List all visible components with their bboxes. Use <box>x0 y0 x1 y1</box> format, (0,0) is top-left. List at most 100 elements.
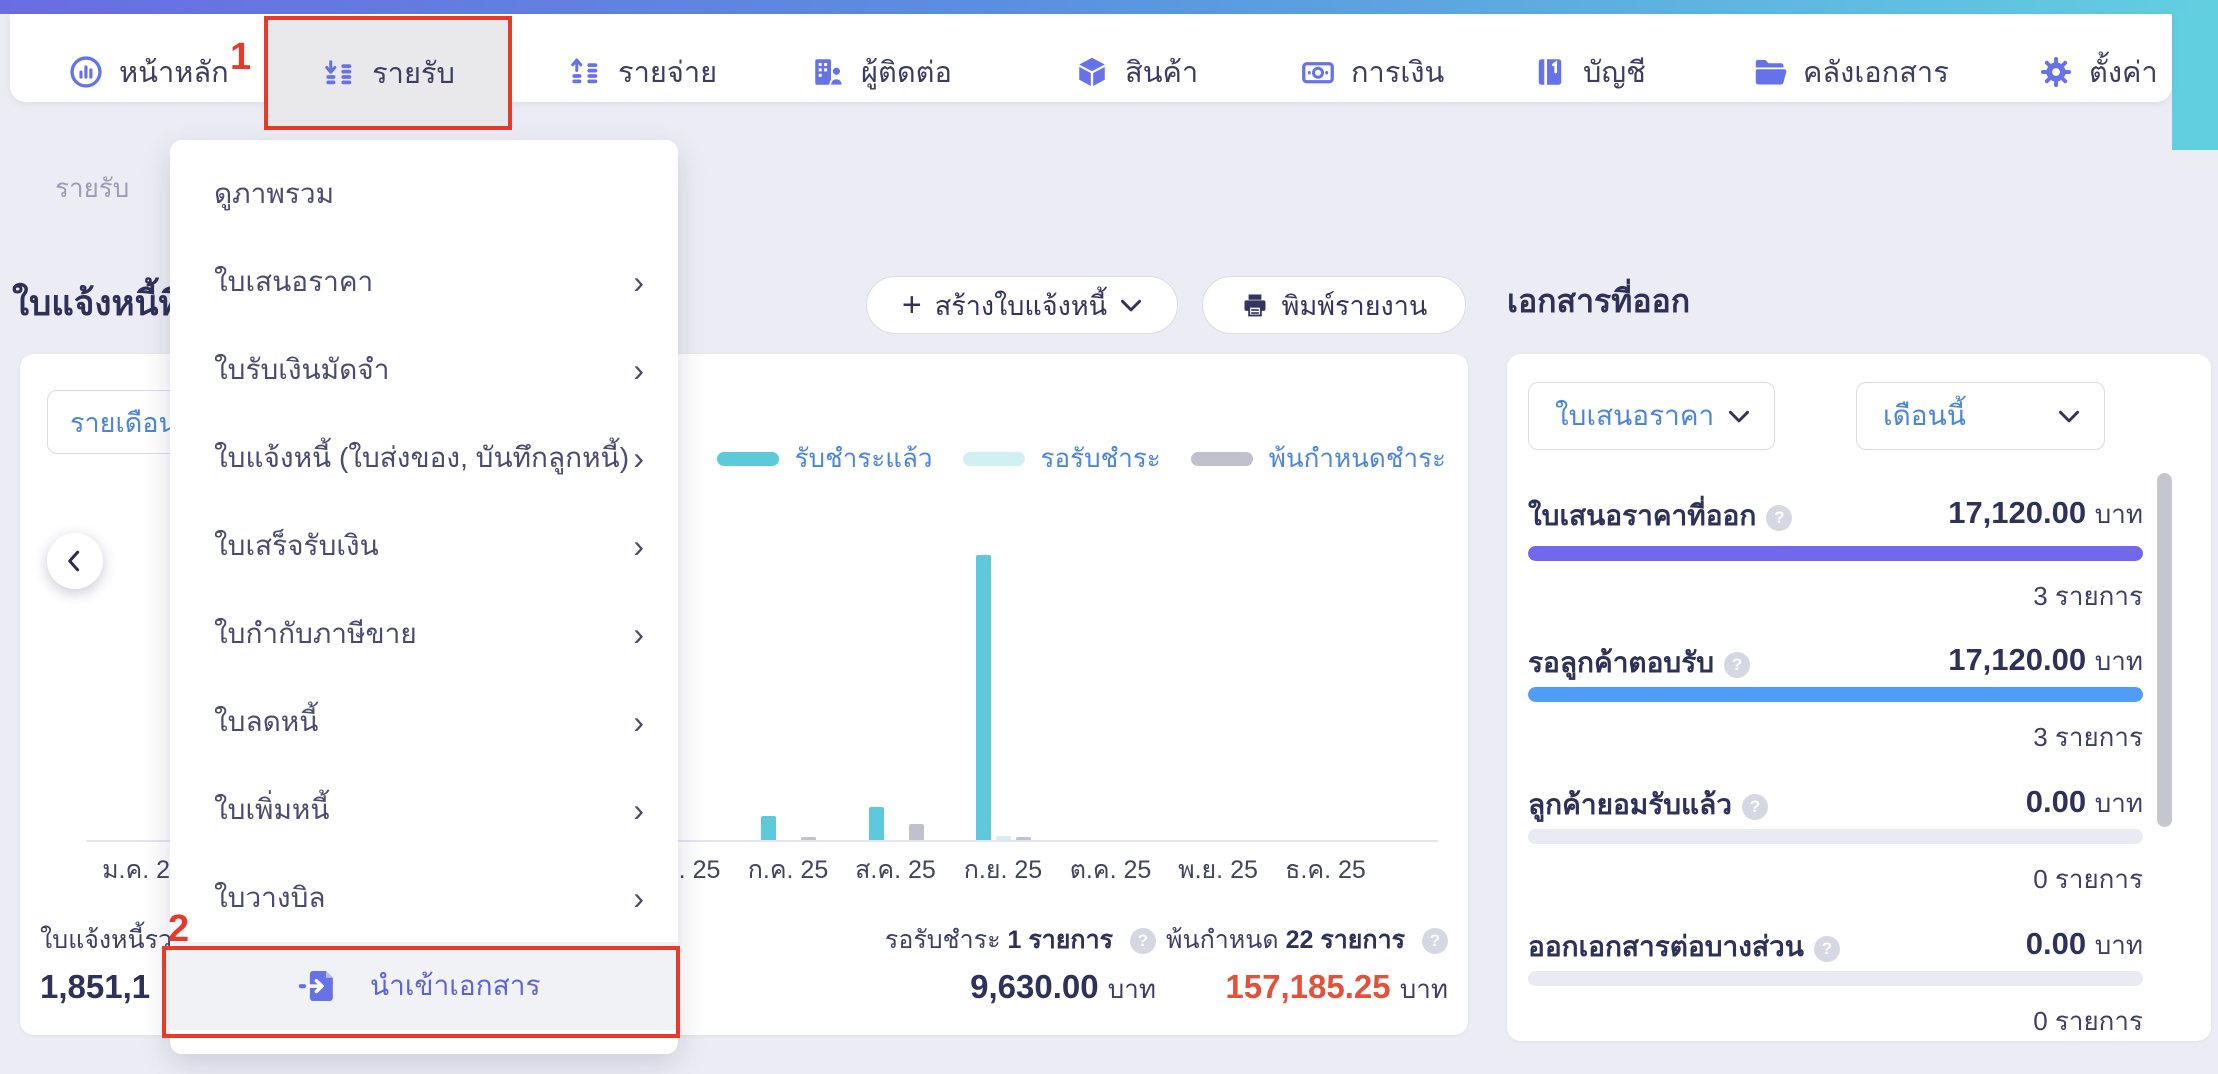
print-report-label: พิมพ์รายงาน <box>1282 284 1428 327</box>
nav-label-contacts: ผู้ติดต่อ <box>861 49 952 95</box>
help-icon[interactable]: ? <box>1814 936 1840 962</box>
app-root: หน้าหลัก รายจ่าย ผู้ติดต่อ สินค้า การเงิ <box>0 0 2218 1074</box>
create-invoice-button[interactable]: + สร้างใบแจ้งหนี้ <box>866 276 1178 334</box>
menu-item-debit-note[interactable]: ใบเพิ่มหนี้› <box>170 766 678 854</box>
help-icon[interactable]: ? <box>1766 505 1792 531</box>
doc-row-label: ใบเสนอราคาที่ออก? <box>1528 494 1792 538</box>
nav-label-settings: ตั้งค่า <box>2089 49 2158 95</box>
stat-pending-label: รอรับชำระ <box>885 926 1001 954</box>
plus-icon: + <box>902 288 922 322</box>
dashboard-chart-icon <box>68 54 104 90</box>
stat-overdue-count: 22 รายการ <box>1286 926 1405 954</box>
stat-overdue-value: 157,185.25 <box>1225 968 1390 1005</box>
nav-item-expense[interactable]: รายจ่าย <box>567 44 717 100</box>
menu-item-overview[interactable]: ดูภาพรวม <box>170 150 678 238</box>
stat-overdue-label: พ้นกำหนด <box>1166 926 1279 954</box>
settings-icon <box>2038 54 2074 90</box>
vertical-scrollbar[interactable] <box>2157 473 2172 827</box>
help-icon[interactable]: ? <box>1742 794 1768 820</box>
top-right-teal-panel <box>2172 0 2218 150</box>
menu-item-billing-note[interactable]: ใบวางบิล› <box>170 854 678 942</box>
doc-row-count: 3 รายการ <box>2033 717 2143 758</box>
nav-item-settings[interactable]: ตั้งค่า <box>2038 44 2158 100</box>
document-type-select[interactable]: ใบเสนอราคา <box>1528 382 1775 450</box>
chevron-down-icon <box>1728 408 1750 424</box>
nav-item-revenue-active[interactable]: รายรับ <box>264 16 512 130</box>
menu-item-quotation[interactable]: ใบเสนอราคา› <box>170 238 678 326</box>
doc-row-label: รอลูกค้าตอบรับ? <box>1528 641 1750 685</box>
chart-prev-button[interactable] <box>47 533 103 589</box>
x-axis-label: ก.ค. 25 <box>733 850 843 890</box>
chevron-right-icon: › <box>633 704 644 741</box>
help-icon[interactable]: ? <box>1130 928 1156 954</box>
nav-item-accounting[interactable]: บัญชี <box>1532 44 1646 100</box>
nav-item-home[interactable]: หน้าหลัก <box>68 44 229 100</box>
nav-item-products[interactable]: สินค้า <box>1074 44 1198 100</box>
top-gradient-bar <box>0 0 2218 14</box>
doc-row-progress <box>1528 687 2143 702</box>
doc-row-value: 17,120.00 บาท <box>1948 494 2143 535</box>
doc-row-label: ลูกค้ายอมรับแล้ว? <box>1528 783 1768 827</box>
x-axis-label: ก.ย. 25 <box>948 850 1058 890</box>
nav-label-revenue: รายรับ <box>372 50 455 96</box>
breadcrumb[interactable]: รายรับ <box>55 168 129 209</box>
chevron-right-icon: › <box>633 528 644 565</box>
x-axis-label: ต.ค. 25 <box>1056 850 1166 890</box>
stat-overdue-unit: บาท <box>1400 974 1448 1004</box>
bar-paid-month-8 <box>976 555 991 840</box>
doc-row-count: 0 รายการ <box>2033 1001 2143 1042</box>
document-period-select[interactable]: เดือนนี้ <box>1856 382 2105 450</box>
nav-item-documents[interactable]: คลังเอกสาร <box>1752 44 1949 100</box>
nav-label-expense: รายจ่าย <box>618 49 717 95</box>
bar-overdue-month-7 <box>909 824 924 840</box>
doc-row-progress <box>1528 546 2143 561</box>
chevron-right-icon: › <box>633 352 644 389</box>
bar-pending-month-8 <box>996 836 1011 840</box>
doc-row-progress <box>1528 971 2143 986</box>
help-icon[interactable]: ? <box>1724 652 1750 678</box>
print-report-button[interactable]: พิมพ์รายงาน <box>1202 276 1466 334</box>
printer-icon <box>1241 291 1269 319</box>
doc-row-progress-fill <box>1528 546 2143 561</box>
finance-icon <box>1300 54 1336 90</box>
nav-label-home: หน้าหลัก <box>119 49 229 95</box>
bar-paid-month-6 <box>761 816 776 840</box>
menu-item-invoice[interactable]: ใบแจ้งหนี้ (ใบส่งของ, บันทึกลูกหนี้)› <box>170 414 678 502</box>
annotation-step-2: 2 <box>168 908 189 951</box>
import-document-icon <box>298 967 336 1005</box>
stat-overdue-value-line: 157,185.25 บาท <box>1166 968 1448 1010</box>
product-icon <box>1074 54 1110 90</box>
nav-label-documents: คลังเอกสาร <box>1803 49 1949 95</box>
bar-overdue-month-8 <box>1016 837 1031 840</box>
menu-item-sales-tax-invoice[interactable]: ใบกำกับภาษีขาย› <box>170 590 678 678</box>
stat-pending-unit: บาท <box>1108 974 1156 1004</box>
menu-item-credit-note[interactable]: ใบลดหนี้› <box>170 678 678 766</box>
doc-row-progress <box>1528 829 2143 844</box>
doc-row-value: 0.00 บาท <box>2026 783 2143 824</box>
stat-total-label: ใบแจ้งหนี้รวม <box>40 920 189 960</box>
menu-item-import-documents[interactable]: นำเข้าเอกสาร <box>170 942 678 1030</box>
annotation-step-1: 1 <box>230 36 251 79</box>
bar-paid-month-7 <box>869 807 884 840</box>
chevron-right-icon: › <box>633 616 644 653</box>
top-navigation-bar: หน้าหลัก รายจ่าย ผู้ติดต่อ สินค้า การเงิ <box>10 14 2172 102</box>
menu-item-receipt[interactable]: ใบเสร็จรับเงิน› <box>170 502 678 590</box>
accounting-icon <box>1532 54 1568 90</box>
doc-row-value: 17,120.00 บาท <box>1948 641 2143 682</box>
stat-pending-label-line: รอรับชำระ 1 รายการ ? <box>885 920 1156 960</box>
stat-total-invoices: ใบแจ้งหนี้รวม 1,851,1 <box>40 920 189 1006</box>
x-axis-label: ธ.ค. 25 <box>1271 850 1381 890</box>
chevron-down-icon <box>2058 408 2080 424</box>
nav-label-products: สินค้า <box>1125 49 1198 95</box>
help-icon[interactable]: ? <box>1422 928 1448 954</box>
income-icon <box>321 55 357 91</box>
chevron-right-icon: › <box>633 264 644 301</box>
chevron-right-icon: › <box>633 880 644 917</box>
nav-item-finance[interactable]: การเงิน <box>1300 44 1444 100</box>
nav-item-contacts[interactable]: ผู้ติดต่อ <box>810 44 952 100</box>
doc-row-count: 3 รายการ <box>2033 576 2143 617</box>
menu-item-deposit-receipt[interactable]: ใบรับเงินมัดจำ› <box>170 326 678 414</box>
nav-label-finance: การเงิน <box>1351 49 1444 95</box>
stat-pending-value: 9,630.00 <box>970 968 1098 1005</box>
stat-pending-payment: รอรับชำระ 1 รายการ ? 9,630.00 บาท <box>885 920 1156 1010</box>
